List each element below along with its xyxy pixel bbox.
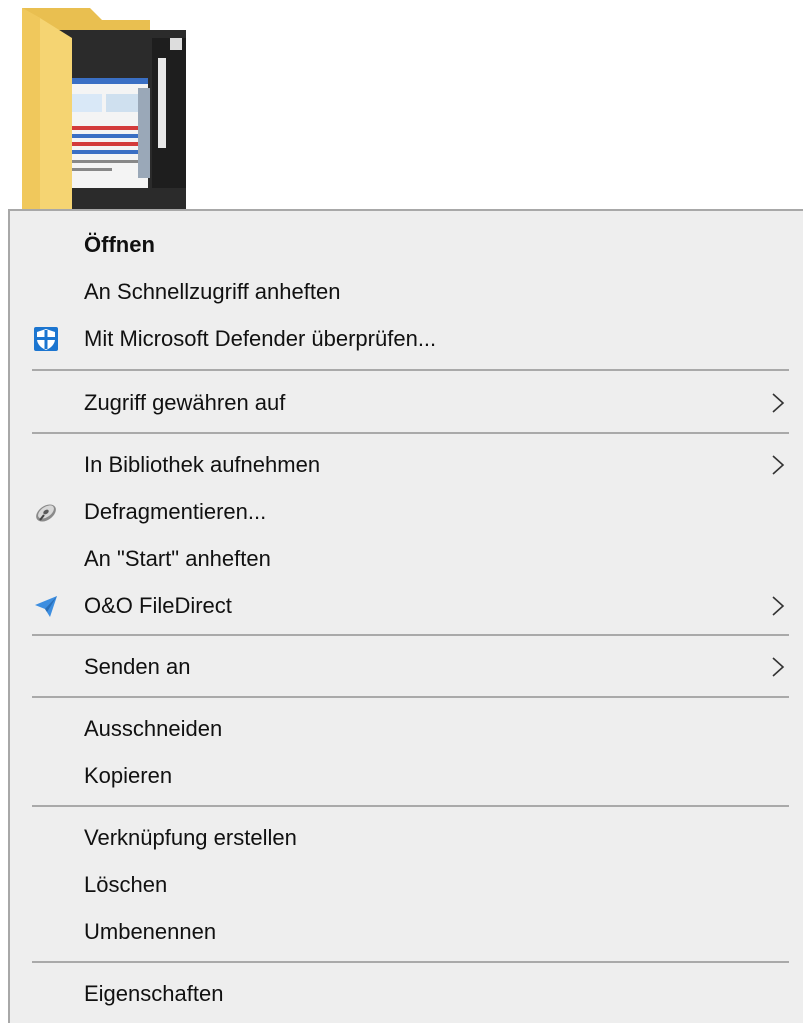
menu-item-label: Löschen <box>84 872 168 897</box>
menu-item-defender-scan[interactable]: Mit Microsoft Defender überprüfen... <box>10 315 803 362</box>
chevron-right-icon <box>772 455 785 475</box>
paper-plane-icon <box>35 596 57 617</box>
menu-separator <box>32 696 789 698</box>
menu-item-filedirect[interactable]: O&O FileDirect <box>10 582 803 629</box>
menu-item-open[interactable]: Öffnen <box>10 221 803 268</box>
menu-separator <box>32 805 789 807</box>
chevron-right-icon <box>772 657 785 677</box>
menu-item-label: In Bibliothek aufnehmen <box>84 452 321 477</box>
menu-separator <box>32 961 789 963</box>
menu-item-label: Umbenennen <box>84 919 217 944</box>
context-menu: Öffnen An Schnellzugriff anheften Mit Mi… <box>8 209 803 1023</box>
chevron-right-icon <box>772 596 785 616</box>
menu-item-copy[interactable]: Kopieren <box>10 752 803 799</box>
menu-item-include-library[interactable]: In Bibliothek aufnehmen <box>10 441 803 488</box>
menu-item-label: An "Start" anheften <box>84 546 271 571</box>
menu-item-cut[interactable]: Ausschneiden <box>10 705 803 752</box>
menu-item-pin-quick-access[interactable]: An Schnellzugriff anheften <box>10 268 803 315</box>
menu-item-defragment[interactable]: Defragmentieren... <box>10 488 803 535</box>
menu-item-label: Defragmentieren... <box>84 499 267 524</box>
menu-item-label: Ausschneiden <box>84 716 223 741</box>
menu-item-label: An Schnellzugriff anheften <box>84 279 341 304</box>
menu-item-give-access[interactable]: Zugriff gewähren auf <box>10 379 803 426</box>
menu-item-label: Verknüpfung erstellen <box>84 825 297 850</box>
menu-item-properties[interactable]: Eigenschaften <box>10 970 803 1017</box>
shield-icon <box>34 327 58 351</box>
defragment-icon <box>36 504 56 522</box>
menu-item-create-shortcut[interactable]: Verknüpfung erstellen <box>10 814 803 861</box>
menu-item-label: Öffnen <box>84 232 155 257</box>
menu-item-pin-start[interactable]: An "Start" anheften <box>10 535 803 582</box>
menu-item-label: Kopieren <box>84 763 173 788</box>
folder-icon <box>22 8 186 213</box>
menu-separator <box>32 634 789 636</box>
menu-item-label: O&O FileDirect <box>84 593 232 618</box>
menu-item-label: Eigenschaften <box>84 981 224 1006</box>
menu-item-label: Zugriff gewähren auf <box>84 390 286 415</box>
menu-item-rename[interactable]: Umbenennen <box>10 908 803 955</box>
chevron-right-icon <box>772 393 785 413</box>
menu-separator <box>32 432 789 434</box>
menu-separator <box>32 369 789 371</box>
menu-item-delete[interactable]: Löschen <box>10 861 803 908</box>
menu-item-label: Mit Microsoft Defender überprüfen... <box>84 326 437 351</box>
menu-item-label: Senden an <box>84 654 191 679</box>
folder-thumbnail[interactable] <box>20 8 186 213</box>
menu-item-send-to[interactable]: Senden an <box>10 643 803 690</box>
